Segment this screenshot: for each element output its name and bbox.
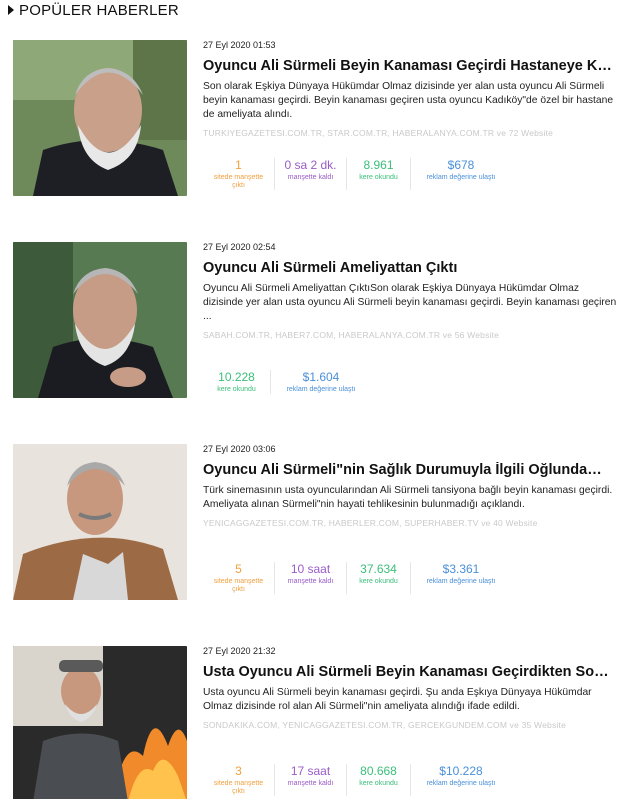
stat-ad-value: $678 reklam değerine ulaştı — [426, 158, 496, 181]
stat-headline-sites: 3 sitede manşette çıktı — [203, 764, 275, 796]
news-stats: 10.228 kere okundu $1.604 reklam değerine … — [203, 370, 371, 394]
news-date: 27 Eyl 2020 02:54 — [203, 242, 276, 252]
news-date: 27 Eyl 2020 03:06 — [203, 444, 276, 454]
news-item: 27 Eyl 2020 21:32 Usta Oyuncu Ali Sürmel… — [0, 646, 640, 799]
news-stats: 1 sitede manşette çıktı 0 sa 2 dk. manşett… — [203, 158, 511, 190]
news-item: 27 Eyl 2020 01:53 Oyuncu Ali Sürmeli Bey… — [0, 40, 640, 230]
news-item: 27 Eyl 2020 02:54 Oyuncu Ali Sürmeli Ame… — [0, 242, 640, 432]
news-photo[interactable] — [13, 444, 187, 600]
triangle-bullet-icon — [8, 5, 14, 15]
news-photo[interactable] — [13, 40, 187, 196]
stat-read-count: 10.228 kere okundu — [203, 370, 271, 394]
news-title-link[interactable]: Oyuncu Ali Sürmeli Beyin Kanaması Geçird… — [203, 58, 623, 74]
stat-ad-value: $10.228 reklam değerine ulaştı — [426, 764, 496, 787]
news-photo[interactable] — [13, 242, 187, 398]
stat-headline-duration: 10 saat manşette kaldı — [275, 562, 347, 594]
news-title-link[interactable]: Usta Oyuncu Ali Sürmeli Beyin Kanaması G… — [203, 664, 623, 680]
stat-ad-value: $3.361 reklam değerine ulaştı — [426, 562, 496, 585]
news-stats: 3 sitede manşette çıktı 17 saat manşette k… — [203, 764, 511, 796]
news-title-link[interactable]: Oyuncu Ali Sürmeli"nin Sağlık Durumuyla … — [203, 462, 623, 478]
news-summary: Son olarak Eşkiya Dünyaya Hükümdar Olmaz… — [203, 81, 614, 120]
section-title: POPÜLER HABERLER — [19, 1, 179, 19]
stat-headline-duration: 17 saat manşette kaldı — [275, 764, 347, 796]
news-item: 27 Eyl 2020 03:06 Oyuncu Ali Sürmeli"nin… — [0, 444, 640, 634]
news-photo[interactable] — [13, 646, 187, 799]
news-title-link[interactable]: Oyuncu Ali Sürmeli Ameliyattan Çıktı — [203, 260, 623, 276]
news-sources: YENICAGGAZETESI.COM.TR, HABERLER.COM, SU… — [203, 518, 538, 528]
stat-headline-sites: 1 sitede manşette çıktı — [203, 158, 275, 190]
stat-read-count: 8.961 kere okundu — [347, 158, 411, 190]
stat-headline-sites: 5 sitede manşette çıktı — [203, 562, 275, 594]
news-date: 27 Eyl 2020 21:32 — [203, 646, 276, 656]
news-summary: Oyuncu Ali Sürmeli Ameliyattan ÇıktıSon … — [203, 283, 617, 322]
news-summary: Usta oyuncu Ali Sürmeli beyin kanaması g… — [203, 687, 592, 712]
news-sources: TURKIYEGAZETESI.COM.TR, STAR.COM.TR, HAB… — [203, 128, 554, 138]
news-summary: Türk sinemasının usta oyuncularından Ali… — [203, 485, 613, 510]
news-stats: 5 sitede manşette çıktı 10 saat manşette k… — [203, 562, 511, 594]
stat-read-count: 37.634 kere okundu — [347, 562, 411, 594]
section-header: POPÜLER HABERLER — [8, 0, 179, 20]
stat-ad-value: $1.604 reklam değerine ulaştı — [286, 370, 356, 393]
news-sources: SABAH.COM.TR, HABER7.COM, HABERALANYA.CO… — [203, 330, 500, 340]
news-sources: SONDAKIKA.COM, YENICAGGAZETESI.COM.TR, G… — [203, 720, 566, 730]
news-date: 27 Eyl 2020 01:53 — [203, 40, 276, 50]
stat-headline-duration: 0 sa 2 dk. manşette kaldı — [275, 158, 347, 190]
stat-read-count: 80.668 kere okundu — [347, 764, 411, 796]
